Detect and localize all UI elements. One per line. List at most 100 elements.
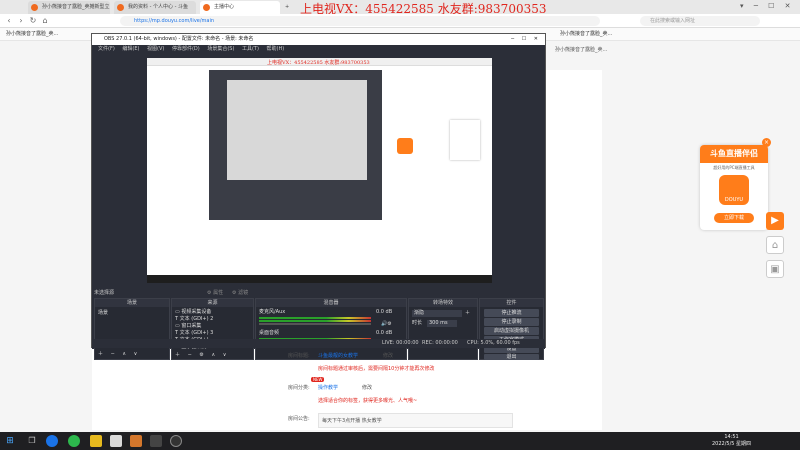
windows-start-icon[interactable]: ⊞	[4, 435, 16, 447]
reload-icon[interactable]: ↻	[28, 16, 38, 26]
transition-select[interactable]: 渐隐	[412, 310, 462, 317]
app-icon[interactable]	[110, 435, 122, 447]
address-bar: ‹ › ↻ ⌂ https://mp.douyu.com/live/main 在…	[0, 14, 800, 28]
menu-tools[interactable]: 工具(T)	[242, 46, 259, 52]
bookmark-item[interactable]: 孙小熊接音了露脸_卖...	[6, 31, 58, 37]
notice-input[interactable]: 每天下午3点开播 热女教学	[318, 413, 513, 428]
mixer-channel-name: 桌面音频	[259, 330, 280, 336]
windows-taskbar: ⊞ ❐ 14:51 2022/5/5 星期四	[0, 432, 800, 450]
url-field[interactable]: https://mp.douyu.com/live/main	[120, 16, 600, 26]
rec-timer: REC: 00:00:00	[422, 340, 458, 346]
menu-file[interactable]: 文件(F)	[98, 46, 115, 52]
category-label: 房间分类:	[288, 385, 310, 391]
obs-icon[interactable]	[170, 435, 182, 447]
play-icon[interactable]: ▶	[766, 212, 784, 230]
preview-ad	[450, 120, 480, 160]
douyu-favicon-icon	[31, 4, 38, 11]
user-name-right: 孙小熊接音了露脸_卖...	[555, 47, 608, 53]
bookmark-item-right[interactable]: 孙小熊接音了露脸_卖...	[560, 28, 612, 41]
window-controls[interactable]: ▾ ─ ☐ ✕	[740, 2, 795, 10]
douyu-logo-icon: DOUYU	[719, 175, 749, 205]
menu-edit[interactable]: 编辑(E)	[122, 46, 139, 52]
sources-dock: 来源 ▭ 视频采集设备 T 文本 (GDI+) 2 ▭ 窗口采集 T 文本 (G…	[171, 298, 254, 360]
controls-title: 控件	[480, 299, 543, 307]
category-hint: 选择适合你的标签，获得更多曝光、人气哦~	[318, 398, 418, 404]
speaker-icon[interactable]: 🔊⚙	[381, 321, 392, 328]
stop-recording-button[interactable]: 停止录制	[484, 318, 539, 326]
mixer-channel-db: 0.0 dB	[376, 309, 393, 315]
audio-meter	[259, 317, 371, 319]
room-title-label: 房间标题:	[288, 353, 310, 359]
edit-title-button[interactable]: 修改	[383, 352, 393, 359]
obs-preview-canvas[interactable]: 上电视VX：455422585 水友群:983700353	[147, 58, 492, 283]
scene-item[interactable]: 场景	[98, 310, 108, 317]
source-item[interactable]: T 文本 (GDI+) 2	[175, 316, 213, 323]
live-timer: LIVE: 00:00:00	[382, 340, 419, 346]
duration-label: 时长	[412, 320, 423, 326]
volume-slider[interactable]	[259, 323, 371, 325]
douyu-favicon-icon	[203, 4, 210, 11]
close-ad-icon[interactable]: ×	[762, 138, 771, 147]
preview-contact-text: 上电视VX：455422585 水友群:983700353	[267, 60, 370, 66]
home-icon[interactable]: ⌂	[40, 16, 50, 26]
preview-ad-thumb	[397, 138, 413, 154]
edit-category-button[interactable]: 修改	[362, 384, 372, 391]
ad-description: 超好用的PC端直播工具	[713, 165, 755, 170]
browser-icon[interactable]	[46, 435, 58, 447]
system-clock: 14:51 2022/5/5 星期四	[712, 434, 751, 448]
cpu-status: CPU: 5.0%, 60.00 fps	[467, 340, 520, 346]
stop-streaming-button[interactable]: 停止推流	[484, 309, 539, 317]
properties-button[interactable]: ⚙ 属性	[207, 289, 223, 296]
tab-1[interactable]: 孙小熊接音了露脸_卖摊新型立	[28, 1, 110, 14]
menu-docks[interactable]: 停靠部件(D)	[172, 46, 200, 52]
taskview-icon[interactable]: ❐	[26, 435, 38, 447]
scenes-title: 场景	[95, 299, 169, 307]
source-item[interactable]: T 文本 (GDI+) 3	[175, 330, 213, 337]
search-input[interactable]: 在此搜索或输入网址	[640, 16, 760, 26]
preview-taskbar	[147, 275, 492, 283]
mixer-title: 混音器	[256, 299, 406, 307]
duration-input[interactable]: 300 ms	[427, 320, 457, 327]
obs-window-controls[interactable]: ─ ☐ ✕	[511, 34, 541, 45]
add-transition-icon[interactable]: ＋	[465, 310, 470, 317]
menu-view[interactable]: 视图(V)	[147, 46, 164, 52]
wechat-icon[interactable]	[68, 435, 80, 447]
home-side-icon[interactable]: ⌂	[766, 236, 784, 254]
transitions-dock: 转场特效 渐隐 ＋ 时长 300 ms	[408, 298, 478, 360]
scene-controls[interactable]: ＋ − ∧ ∨	[98, 351, 140, 358]
obs-title-bar: OBS 27.0.1 (64-bit, windows) - 配置文件: 未命名…	[92, 34, 545, 45]
ad-title: 斗鱼直播伴侣	[700, 145, 768, 163]
exit-button[interactable]: 退出	[484, 354, 539, 360]
obs-title-text: OBS 27.0.1 (64-bit, windows) - 配置文件: 未命名…	[104, 36, 254, 42]
app-icon[interactable]	[150, 435, 162, 447]
back-icon[interactable]: ‹	[4, 16, 14, 26]
menu-help[interactable]: 帮助(H)	[267, 46, 285, 52]
douyu-favicon-icon	[117, 4, 124, 11]
new-tab-button[interactable]: +	[283, 1, 293, 14]
obs-status-bar: LIVE: 00:00:00 REC: 00:00:00 CPU: 5.0%, …	[92, 339, 545, 348]
app-icon[interactable]	[130, 435, 142, 447]
virtual-camera-button[interactable]: 启动虚拟摄像机	[484, 327, 539, 335]
tab-2[interactable]: 我的资料 - 个人中心 - 斗鱼	[114, 1, 196, 14]
room-title-value: 斗鱼最靓的女教学	[318, 353, 359, 359]
no-source-label: 未选择源	[94, 290, 115, 296]
forward-icon[interactable]: ›	[16, 16, 26, 26]
obs-menu-bar: 文件(F) 编辑(E) 视图(V) 停靠部件(D) 场景集合(S) 工具(T) …	[92, 45, 545, 54]
tab-3[interactable]: 主播中心	[200, 1, 280, 14]
source-controls[interactable]: ＋ − ⚙ ∧ ∨	[175, 352, 229, 359]
download-button[interactable]: 立即下载	[714, 213, 754, 223]
new-badge: NEW	[311, 377, 325, 382]
transitions-title: 转场特效	[409, 299, 477, 307]
menu-scene-collection[interactable]: 场景集合(S)	[207, 46, 234, 52]
download-ad[interactable]: 斗鱼直播伴侣 超好用的PC端直播工具 DOUYU 立即下载	[700, 145, 768, 230]
title-hint: 房间标题通过审核后，需要间隔10分钟才能再次修改	[318, 366, 435, 372]
source-item[interactable]: ▭ 视频采集设备	[175, 309, 211, 316]
scenes-dock: 场景 场景 ＋ − ∧ ∨	[94, 298, 170, 360]
app-icon[interactable]	[90, 435, 102, 447]
source-item[interactable]: ▭ 窗口采集	[175, 323, 201, 330]
screen-side-icon[interactable]: ▣	[766, 260, 784, 278]
clock-date: 2022/5/5 星期四	[712, 441, 752, 447]
controls-dock: 控件 停止推流 停止录制 启动虚拟摄像机 工作室模式 设置 退出	[479, 298, 544, 360]
filters-button[interactable]: ⚙ 滤镜	[232, 289, 248, 296]
audio-meter	[259, 320, 371, 322]
